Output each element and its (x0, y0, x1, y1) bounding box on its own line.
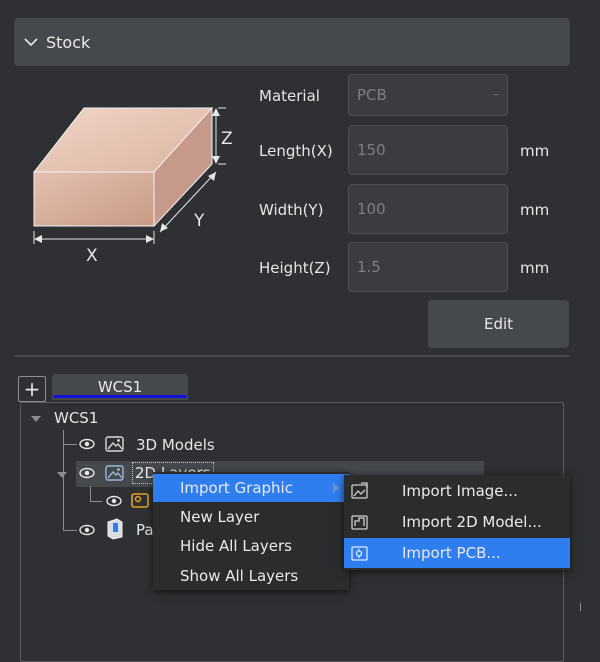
tree-line (63, 444, 77, 445)
menu-item-hide-all-layers[interactable]: Hide All Layers (153, 532, 349, 560)
menu-item-import-pcb[interactable]: Import PCB... (344, 538, 570, 568)
menu-item-new-layer[interactable]: New Layer (153, 503, 349, 531)
image-icon (105, 465, 124, 481)
menu-item-label: Import Image... (402, 482, 518, 500)
length-value: 150 (357, 141, 386, 159)
expand-arrow-icon[interactable] (30, 414, 42, 424)
menu-item-label: Import Graphic (180, 479, 293, 497)
menu-item-import-graphic[interactable]: Import Graphic (153, 474, 349, 502)
menu-item-label: Import 2D Model... (402, 513, 542, 531)
menu-item-import-image[interactable]: Import Image... (344, 476, 570, 506)
image-icon (105, 436, 124, 452)
tree-line (63, 530, 77, 531)
visibility-eye-icon[interactable] (106, 495, 122, 507)
menu-item-show-all-layers[interactable]: Show All Layers (153, 562, 349, 590)
stock-diagram (32, 106, 226, 244)
stock-title: Stock (46, 32, 91, 52)
submenu-arrow-icon (333, 483, 340, 493)
material-value: PCB (357, 86, 387, 104)
section-divider (14, 355, 570, 357)
height-value: 1.5 (357, 258, 381, 276)
import-2d-model-icon (351, 515, 368, 530)
part-icon (107, 518, 123, 540)
height-unit: mm (520, 259, 550, 277)
menu-item-label: Show All Layers (180, 567, 299, 585)
layer-icon (131, 493, 149, 508)
visibility-eye-icon[interactable] (79, 438, 95, 450)
y-dimension-label: Y (194, 211, 205, 231)
visibility-eye-icon[interactable] (79, 467, 95, 479)
context-menu: Import Graphic New Layer Hide All Layers… (153, 472, 349, 590)
tree-line (90, 501, 102, 502)
import-graphic-submenu: Import Image... Import 2D Model... Impor… (344, 475, 570, 570)
menu-item-label: Import PCB... (402, 544, 501, 562)
expand-arrow-icon[interactable] (56, 470, 68, 480)
tab-active-indicator (53, 395, 187, 398)
import-image-icon (351, 482, 368, 499)
width-label: Width(Y) (259, 201, 324, 219)
visibility-eye-icon[interactable] (79, 524, 95, 536)
width-input[interactable]: 100 (348, 184, 508, 234)
material-select[interactable]: PCB – (348, 74, 508, 116)
length-input[interactable]: 150 (348, 125, 508, 175)
length-unit: mm (520, 142, 550, 160)
tree-item-part[interactable]: Pa (136, 521, 154, 539)
menu-item-label: New Layer (180, 508, 260, 526)
height-input[interactable]: 1.5 (348, 242, 508, 292)
chevron-down-icon (24, 38, 38, 47)
x-dimension-label: X (86, 246, 98, 266)
scrollbar-mark (580, 603, 581, 611)
import-pcb-icon (351, 546, 368, 561)
height-label: Height(Z) (259, 259, 331, 277)
tree-line (63, 430, 64, 530)
menu-item-import-2d-model[interactable]: Import 2D Model... (344, 507, 570, 537)
width-unit: mm (520, 201, 550, 219)
stock-section-header[interactable]: Stock (14, 18, 570, 66)
z-dimension-label: Z (221, 129, 233, 149)
tree-root-wcs1[interactable]: WCS1 (54, 409, 98, 427)
add-tab-button[interactable]: + (18, 376, 46, 402)
edit-button[interactable]: Edit (428, 300, 569, 348)
tree-item-3d-models[interactable]: 3D Models (136, 436, 215, 454)
tree-line (90, 486, 91, 502)
dropdown-arrow-icon: – (493, 87, 499, 101)
width-value: 100 (357, 200, 386, 218)
length-label: Length(X) (259, 142, 333, 160)
menu-item-label: Hide All Layers (180, 537, 292, 555)
material-label: Material (259, 87, 320, 105)
